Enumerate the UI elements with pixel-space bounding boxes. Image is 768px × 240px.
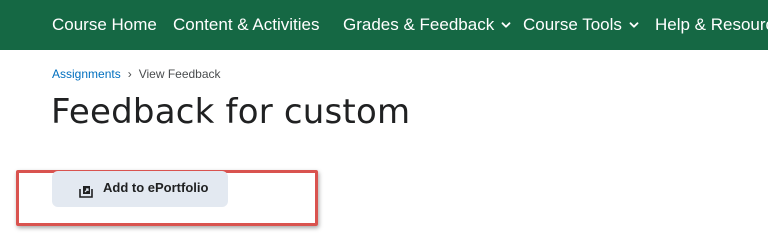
eportfolio-add-icon [78,183,94,199]
breadcrumb: Assignments › View Feedback [52,67,221,81]
chevron-down-icon [501,20,511,30]
breadcrumb-separator: › [127,67,132,81]
nav-item-label: Help & Resources [655,15,768,34]
nav-item-label: Course Tools [523,15,622,34]
nav-item-content-activities[interactable]: Content & Activities [173,0,319,50]
nav-item-course-tools[interactable]: Course Tools [523,0,639,50]
add-to-eportfolio-label: Add to ePortfolio [103,179,209,195]
nav-item-label: Course Home [52,15,157,34]
nav-item-help-resources[interactable]: Help & Resources [655,0,768,50]
course-navbar: Course Home Content & Activities Grades … [0,0,768,50]
nav-item-grades-feedback[interactable]: Grades & Feedback [343,0,511,50]
add-to-eportfolio-button[interactable]: Add to ePortfolio [52,171,228,207]
nav-item-label: Grades & Feedback [343,15,495,34]
breadcrumb-link-assignments[interactable]: Assignments [52,67,121,81]
nav-item-label: Content & Activities [173,15,320,34]
page-title: Feedback for custom [51,92,411,132]
nav-item-course-home[interactable]: Course Home [52,0,157,50]
chevron-down-icon [629,20,639,30]
breadcrumb-current: View Feedback [138,67,221,81]
